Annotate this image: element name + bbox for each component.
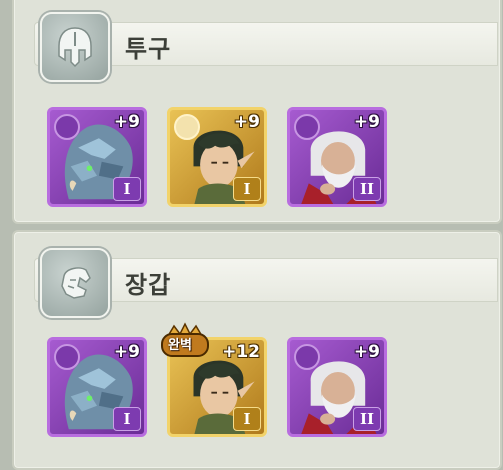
enhancement-level: +9 [353,112,380,132]
tier-badge: I [233,177,261,201]
class-icon [54,344,80,370]
class-icon [174,114,200,140]
gauntlet-icon [40,248,110,318]
perfect-badge-label: 완벽 [168,338,192,353]
tier-badge: I [113,407,141,431]
enhancement-level: +9 [353,342,380,362]
tier-badge: II [353,177,381,201]
enhancement-level: +9 [113,112,140,132]
tier-badge: I [233,407,261,431]
class-icon [54,114,80,140]
helmet-icon [40,12,110,82]
character-card-armored-beast[interactable]: +9 I [47,337,147,437]
character-card-old-wizard[interactable]: +9 II [287,337,387,437]
tier-badge: II [353,407,381,431]
enhancement-level: +9 [233,112,260,132]
perfect-badge: 완벽 [160,322,210,366]
tier-badge: I [113,177,141,201]
enhancement-level: +12 [222,342,260,362]
class-icon [294,114,320,140]
class-icon [294,344,320,370]
character-card-elf-man[interactable]: +9 I [167,107,267,207]
section-title: 투구 [125,35,172,63]
character-card-armored-beast[interactable]: +9 I [47,107,147,207]
section-title: 장갑 [125,271,172,299]
enhancement-level: +9 [113,342,140,362]
character-card-old-wizard[interactable]: +9 II [287,107,387,207]
